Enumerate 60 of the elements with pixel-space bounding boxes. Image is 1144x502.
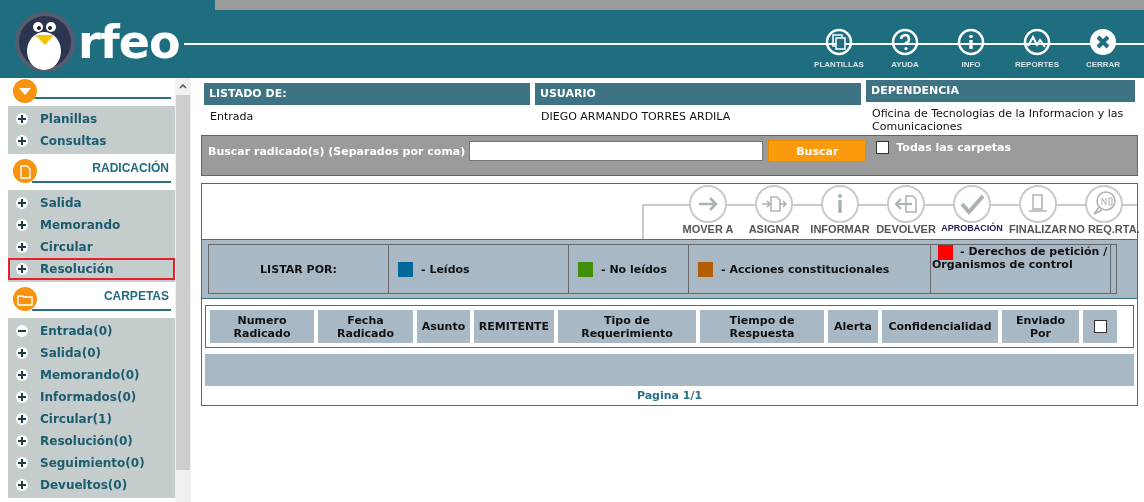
column-header: DEPENDENCIA: [866, 80, 1135, 102]
menu-item[interactable]: Entrada(0): [8, 320, 175, 342]
menu-item[interactable]: Planillas: [8, 108, 175, 130]
info-value: DIEGO ARMANDO TORRES ARDILA: [540, 109, 732, 125]
column-header: LISTADO DE:: [204, 83, 530, 105]
section-title: RADICACIÓN: [91, 161, 170, 175]
action-button[interactable]: MOVER A: [675, 184, 741, 239]
legend-label: - Leídos: [421, 262, 470, 276]
section-icon[interactable]: [12, 78, 38, 104]
column-header[interactable]: Tipo de Requerimiento: [558, 310, 696, 343]
menu-item[interactable]: Salida(0): [8, 342, 175, 364]
action-button[interactable]: APROBACIÓN: [939, 184, 1005, 239]
menu-item[interactable]: Devueltos(0): [8, 474, 175, 496]
scrollbar[interactable]: [175, 78, 191, 502]
toolbar-button[interactable]: PLANTILLAS: [806, 28, 872, 69]
menu-item[interactable]: Circular: [8, 236, 175, 258]
toolbar-button[interactable]: REPORTES: [1004, 28, 1070, 69]
column-header[interactable]: Confidencialidad: [882, 310, 998, 343]
info-value: Oficina de Tecnologias de la Informacion y las Comunicaciones: [871, 106, 1125, 135]
toolbar-button[interactable]: CERRAR: [1070, 28, 1136, 69]
legend-label: - No leídos: [601, 262, 667, 276]
column-header: USUARIO: [535, 83, 861, 105]
select-all-checkbox[interactable]: [1093, 320, 1107, 333]
search-field[interactable]: [469, 141, 764, 161]
column-header[interactable]: Numero Radicado: [210, 310, 314, 343]
checkbox[interactable]: [876, 140, 890, 154]
checkbox-label: Todas las carpetas: [896, 140, 1012, 154]
section-icon: [12, 286, 38, 312]
column-header[interactable]: REMITENTE: [474, 310, 554, 343]
menu-item[interactable]: Seguimiento(0): [8, 452, 175, 474]
legend-label: - Acciones constitucionales: [721, 262, 890, 276]
column-header[interactable]: Tiempo de Respuesta: [700, 310, 824, 343]
section-title: CARPETAS: [102, 289, 170, 303]
menu-item[interactable]: Informados(0): [8, 386, 175, 408]
scroll-thumb[interactable]: [176, 95, 190, 470]
info-value: Entrada: [209, 109, 255, 125]
toolbar-button[interactable]: INFO: [938, 28, 1004, 69]
column-header[interactable]: Fecha Radicado: [318, 310, 413, 343]
legend-label: - Derechos de petición / Organismos de control: [932, 245, 1109, 271]
action-button[interactable]: ASIGNAR: [741, 184, 807, 239]
legend-title: LISTAR POR:: [260, 262, 337, 276]
menu-item[interactable]: Resolución: [8, 258, 175, 280]
penguin-logo-icon: [14, 11, 76, 73]
menu-item[interactable]: Salida: [8, 192, 175, 214]
column-header[interactable]: Enviado Por: [1002, 310, 1079, 343]
scroll-up-icon[interactable]: [179, 83, 187, 89]
menu-item[interactable]: Consultas: [8, 130, 175, 152]
menu-item[interactable]: Circular(1): [8, 408, 175, 430]
page-indicator: Pagina 1/1: [636, 389, 703, 402]
toolbar-button[interactable]: AYUDA: [872, 28, 938, 69]
action-button[interactable]: INFORMAR: [807, 184, 873, 239]
search-label: Buscar radicado(s) (Separados por coma): [208, 144, 466, 158]
column-header[interactable]: Alerta: [828, 310, 878, 343]
menu-item[interactable]: Resolución(0): [8, 430, 175, 452]
menu-item[interactable]: Memorando: [8, 214, 175, 236]
logo-text: rfeo: [78, 19, 180, 65]
column-header[interactable]: Asunto: [417, 310, 470, 343]
menu-item[interactable]: Memorando(0): [8, 364, 175, 386]
section-icon: [12, 158, 38, 184]
action-button[interactable]: DEVOLVER: [873, 184, 939, 239]
